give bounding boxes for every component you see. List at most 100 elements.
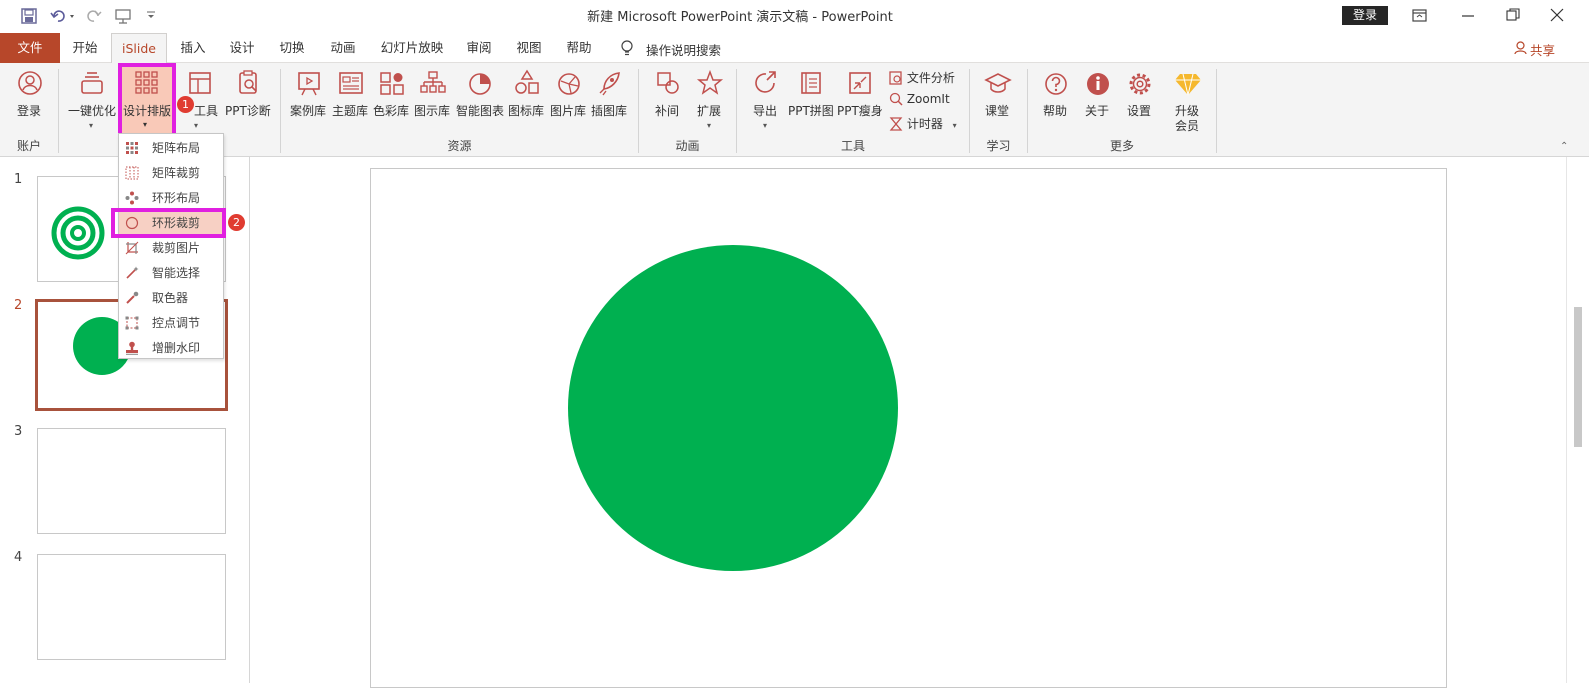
about-button[interactable]: 关于 [1078, 69, 1118, 129]
menu-item-label: 矩阵裁剪 [152, 166, 201, 180]
stamp-icon [126, 341, 138, 355]
green-circle-shape[interactable] [567, 244, 899, 572]
ppt-collage-button[interactable]: PPT拼图 [788, 69, 834, 129]
color-swatch-icon [380, 72, 404, 95]
classroom-label: 课堂 [985, 104, 1010, 118]
settings-button[interactable]: 设置 [1120, 69, 1160, 129]
one-click-optimize-button[interactable]: 一键优化 ▾ [66, 69, 118, 133]
menu-item-label: 环形布局 [152, 191, 201, 205]
dropdown-arrow-icon: ▾ [707, 121, 712, 130]
tween-button[interactable]: 补间 [648, 69, 688, 129]
tab-insert[interactable]: 插入 [170, 33, 216, 63]
help-label: 帮助 [1043, 104, 1068, 118]
file-analysis-label: 文件分析 [906, 71, 955, 85]
menu-item-matrix-crop[interactable]: 矩阵裁剪 [119, 161, 223, 185]
theme-library-button[interactable]: 主题库 [331, 69, 371, 129]
file-analysis-button[interactable]: 文件分析 [889, 69, 955, 86]
group-more: 更多 [1109, 139, 1134, 153]
tab-design[interactable]: 设计 [219, 33, 265, 63]
menu-item-watermark[interactable]: 增删水印 [119, 336, 223, 360]
tab-islide[interactable]: iSlide [111, 33, 167, 64]
handle-adjust-icon [125, 316, 139, 330]
menu-item-ring-layout[interactable]: 环形布局 [119, 186, 223, 210]
collapse-ribbon-icon[interactable]: ⌃ [1560, 141, 1568, 152]
redo-icon[interactable] [86, 8, 102, 24]
customize-qat-icon[interactable] [146, 10, 156, 20]
undo-icon[interactable] [50, 8, 76, 24]
restore-icon[interactable] [1506, 8, 1520, 22]
diagram-library-label: 图示库 [414, 104, 451, 118]
menu-item-color-picker[interactable]: 取色器 [119, 286, 223, 310]
tell-me-search[interactable]: 操作说明搜索 [646, 40, 721, 59]
tab-view[interactable]: 视图 [506, 33, 552, 63]
ppt-slim-button[interactable]: PPT瘦身 [837, 69, 883, 129]
zoomit-label: ZoomIt [906, 92, 950, 106]
menu-item-matrix-layout[interactable]: 矩阵布局 [119, 136, 223, 160]
ribbon-display-options-icon[interactable] [1412, 9, 1428, 23]
image-library-button[interactable]: 图片库 [549, 69, 589, 129]
tab-help[interactable]: 帮助 [556, 33, 602, 63]
tab-transitions[interactable]: 切换 [269, 33, 315, 63]
presentation-play-icon [298, 72, 320, 96]
dropdown-arrow-icon: ▾ [763, 121, 768, 130]
case-library-button[interactable]: 案例库 [289, 69, 329, 129]
smart-chart-label: 智能图表 [456, 104, 505, 118]
star-icon [696, 69, 724, 95]
timer-button[interactable]: 计时器 ▾ [889, 115, 957, 132]
slide-thumbnail-4[interactable] [37, 554, 226, 660]
info-icon [1087, 73, 1109, 95]
ppt-diagnosis-button[interactable]: PPT诊断 [224, 69, 274, 129]
tab-review[interactable]: 审阅 [456, 33, 502, 63]
question-circle-icon [1045, 73, 1067, 95]
share-button[interactable]: 共享 [1530, 40, 1555, 59]
color-library-button[interactable]: 色彩库 [372, 69, 412, 129]
tab-home[interactable]: 开始 [62, 33, 108, 63]
zoomit-button[interactable]: ZoomIt [889, 92, 950, 106]
menu-item-label: 取色器 [152, 291, 189, 305]
login-button[interactable]: 登录 [1342, 6, 1388, 25]
menu-item-label: 控点调节 [152, 316, 201, 330]
tab-animations[interactable]: 动画 [320, 33, 366, 63]
menu-item-smart-select[interactable]: 智能选择 [119, 261, 223, 285]
extend-button[interactable]: 扩展 ▾ [690, 69, 730, 133]
tab-slide-show[interactable]: 幻灯片放映 [372, 33, 452, 63]
share-person-icon[interactable] [1514, 41, 1527, 55]
close-icon[interactable] [1550, 8, 1564, 22]
step-badge-2: 2 [228, 214, 245, 231]
scrollbar-thumb[interactable] [1574, 307, 1582, 447]
login-ribbon-button[interactable]: 登录 [10, 69, 50, 129]
minimize-icon[interactable] [1461, 9, 1475, 23]
file-analysis-icon [889, 71, 902, 85]
smart-chart-button[interactable]: 智能图表 [455, 69, 505, 129]
image-library-label: 图片库 [550, 104, 587, 118]
graduation-cap-icon [984, 73, 1012, 93]
menu-item-handle-adjust[interactable]: 控点调节 [119, 311, 223, 335]
start-from-beginning-icon[interactable] [114, 7, 134, 25]
save-icon[interactable] [21, 8, 37, 24]
help-button[interactable]: 帮助 [1036, 69, 1076, 129]
classroom-button[interactable]: 课堂 [978, 69, 1018, 129]
diagram-library-button[interactable]: 图示库 [413, 69, 453, 129]
group-animation: 动画 [675, 139, 700, 153]
export-button[interactable]: 导出 ▾ [746, 69, 786, 133]
slide-thumbnail-3[interactable] [37, 428, 226, 534]
tools-button[interactable]: 工具 ▾ [178, 69, 222, 133]
crop-image-icon [125, 241, 139, 255]
clipboard-search-icon [239, 70, 257, 94]
illustration-library-button[interactable]: 插图库 [590, 69, 630, 129]
upgrade-member-button[interactable]: 升级 会员 [1168, 69, 1208, 137]
ring-layout-icon [125, 191, 139, 205]
highlight-box-layout [118, 63, 176, 138]
menu-item-crop-image[interactable]: 裁剪图片 [119, 236, 223, 260]
menu-item-label: 裁剪图片 [152, 241, 201, 255]
export-label: 导出 [753, 104, 778, 118]
ppt-diagnosis-label: PPT诊断 [225, 104, 271, 118]
current-slide[interactable] [370, 168, 1447, 688]
stack-icon [81, 72, 103, 94]
slide-editing-area [251, 157, 1566, 688]
tab-file[interactable]: 文件 [0, 33, 60, 63]
gear-icon [1129, 73, 1151, 95]
icon-library-button[interactable]: 图标库 [507, 69, 547, 129]
menu-item-label: 增删水印 [152, 341, 201, 355]
vertical-scrollbar[interactable] [1566, 157, 1589, 683]
